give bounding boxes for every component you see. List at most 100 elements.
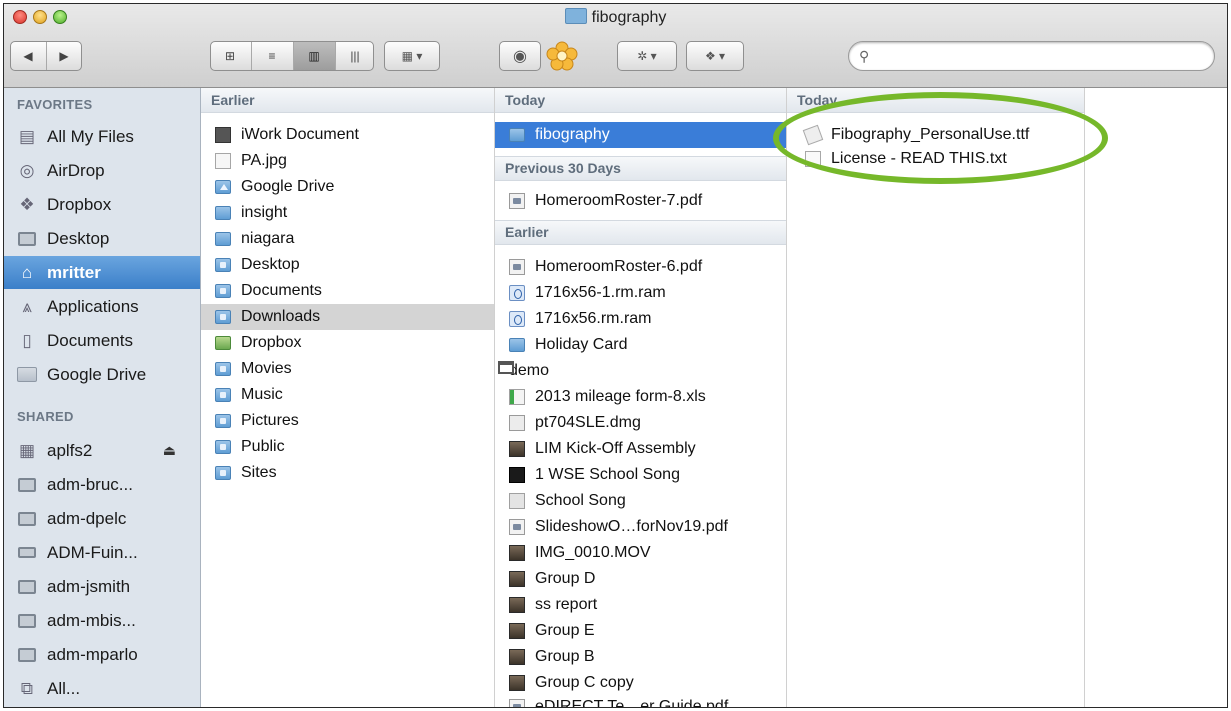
list-item[interactable]: niagara — [201, 226, 494, 252]
sidebar-item-documents[interactable]: ▯ Documents — [4, 324, 200, 357]
list-item[interactable]: Group E — [495, 618, 786, 644]
list-item[interactable]: Group C copy — [495, 670, 786, 696]
item-label: Google Drive — [241, 178, 335, 195]
image-thumbnail-icon — [509, 597, 525, 613]
browser-column-3[interactable]: Today Fibography_PersonalUse.ttf License… — [787, 88, 1085, 707]
gear-icon: ✲ ▾ — [637, 49, 657, 63]
back-button[interactable]: ◀ — [11, 42, 47, 70]
list-item[interactable]: Public — [201, 434, 494, 460]
item-label: ss report — [535, 596, 598, 613]
item-label: Documents — [241, 282, 322, 299]
eject-icon[interactable]: ⏏ — [163, 442, 176, 459]
sidebar-item-google-drive[interactable]: Google Drive — [4, 358, 200, 391]
sidebar-item-all[interactable]: ⧉ All... — [4, 672, 200, 705]
list-item[interactable]: 2013 mileage form-8.xls — [495, 384, 786, 410]
list-item[interactable]: 1716x56.rm.ram — [495, 306, 786, 332]
column-header-earlier: Earlier — [495, 220, 786, 245]
list-item[interactable]: LIM Kick-Off Assembly — [495, 436, 786, 462]
list-item[interactable]: iWork Document — [201, 122, 494, 148]
folder-icon — [215, 206, 231, 220]
list-item[interactable]: Music — [201, 382, 494, 408]
sidebar-item-applications[interactable]: ⩓ Applications — [4, 290, 200, 323]
action-button[interactable]: ✲ ▾ — [617, 41, 677, 71]
list-item[interactable]: School Song — [495, 488, 786, 514]
list-item[interactable]: demo — [495, 358, 786, 384]
sidebar-item-all-my-files[interactable]: ▤ All My Files — [4, 120, 200, 153]
computer-icon — [17, 510, 37, 528]
search-input[interactable] — [877, 46, 1201, 68]
sidebar-item-adm-fuin[interactable]: ADM-Fuin... — [4, 536, 200, 569]
sidebar-item-airdrop[interactable]: ◎ AirDrop — [4, 154, 200, 187]
back-forward-control: ◀ ▶ — [10, 41, 82, 71]
arrange-button[interactable]: ▦ ▾ — [384, 41, 440, 71]
list-item[interactable]: Sites — [201, 460, 494, 486]
item-label: Desktop — [241, 256, 300, 273]
folder-icon — [17, 366, 37, 384]
coverflow-view-button[interactable]: ||| — [336, 42, 375, 70]
item-label: 2013 mileage form-8.xls — [535, 388, 706, 405]
browser-column-1[interactable]: Earlier iWork Document PA.jpg Google Dri… — [201, 88, 495, 707]
search-field[interactable]: ⚲ — [848, 41, 1215, 71]
item-label: demo — [509, 362, 550, 379]
browser-column-4[interactable] — [1085, 88, 1227, 707]
list-item[interactable]: Google Drive — [201, 174, 494, 200]
list-item-selected[interactable]: Downloads — [201, 304, 494, 330]
list-view-button[interactable]: ≡ — [252, 42, 294, 70]
flower-icon[interactable] — [544, 40, 580, 72]
column-view-button[interactable]: ▥ — [293, 42, 336, 70]
item-label: fibography — [535, 126, 610, 143]
window-title-text: fibography — [591, 9, 667, 26]
list-item[interactable]: Group B — [495, 644, 786, 670]
list-item[interactable]: IMG_0010.MOV — [495, 540, 786, 566]
sidebar-item-adm-jsmith[interactable]: adm-jsmith — [4, 570, 200, 603]
list-item-selected[interactable]: fibography — [495, 122, 786, 148]
sidebar-item-adm-mparlo[interactable]: adm-mparlo — [4, 638, 200, 671]
list-item[interactable]: Group D — [495, 566, 786, 592]
item-label: HomeroomRoster-7.pdf — [535, 192, 703, 209]
list-item[interactable]: ss report — [495, 592, 786, 618]
list-item[interactable]: HomeroomRoster-7.pdf — [495, 188, 786, 214]
sidebar-item-dropbox[interactable]: ❖ Dropbox — [4, 188, 200, 221]
list-item[interactable]: Holiday Card — [495, 332, 786, 358]
sidebar-item-mritter[interactable]: ⌂ mritter — [4, 256, 200, 289]
sidebar-item-label: Google Drive — [47, 364, 147, 384]
sidebar-item-label: adm-mparlo — [47, 644, 138, 664]
column-header-today: Today — [495, 88, 786, 113]
sidebar-item-label: aplfs2 — [47, 440, 93, 460]
list-item[interactable]: Movies — [201, 356, 494, 382]
sidebar-item-aplfs2[interactable]: ▦ aplfs2 ⏏ — [4, 434, 200, 467]
list-item[interactable]: License - READ THIS.txt — [787, 146, 1084, 172]
item-label: 1 WSE School Song — [535, 466, 680, 483]
list-item[interactable]: Documents — [201, 278, 494, 304]
list-item[interactable]: eDIRECT Te…er Guide.pdf — [495, 694, 786, 707]
list-item[interactable]: 1716x56-1.rm.ram — [495, 280, 786, 306]
list-item[interactable]: insight — [201, 200, 494, 226]
list-item[interactable]: PA.jpg — [201, 148, 494, 174]
file-icon — [509, 493, 525, 509]
dropbox-menu-button[interactable]: ❖ ▾ — [686, 41, 744, 71]
list-item[interactable]: HomeroomRoster-6.pdf — [495, 254, 786, 280]
sidebar-item-adm-dpelc[interactable]: adm-dpelc — [4, 502, 200, 535]
sidebar-item-desktop[interactable]: Desktop — [4, 222, 200, 255]
icon-view-button[interactable]: ⊞ — [210, 42, 252, 70]
list-item[interactable]: 1 WSE School Song — [495, 462, 786, 488]
list-item[interactable]: Pictures — [201, 408, 494, 434]
forward-button[interactable]: ▶ — [47, 42, 82, 70]
list-item[interactable]: Desktop — [201, 252, 494, 278]
sidebar-item-adm-mbis[interactable]: adm-mbis... — [4, 604, 200, 637]
item-label: PA.jpg — [241, 152, 287, 169]
quick-look-button[interactable]: ◉ — [499, 41, 541, 71]
item-label: Group E — [535, 622, 595, 639]
item-label: iWork Document — [241, 126, 359, 143]
list-item[interactable]: SlideshowO…forNov19.pdf — [495, 514, 786, 540]
list-item[interactable]: Dropbox — [201, 330, 494, 356]
pictures-folder-icon — [215, 414, 231, 428]
list-item[interactable]: pt704SLE.dmg — [495, 410, 786, 436]
browser-column-2[interactable]: Today fibography Previous 30 Days Homero… — [495, 88, 787, 707]
sidebar-item-adm-bruc[interactable]: adm-bruc... — [4, 468, 200, 501]
sidebar-item-label: Desktop — [47, 228, 110, 248]
list-item[interactable]: Fibography_PersonalUse.ttf — [787, 122, 1084, 148]
toolbar: fibography ◀ ▶ ⊞ ≡ ▥ ||| ▦ ▾ ◉ ✲ ▾ ❖ ▾ ⚲ — [4, 4, 1227, 88]
column-header-today: Today — [787, 88, 1084, 113]
item-label: Sites — [241, 464, 277, 481]
